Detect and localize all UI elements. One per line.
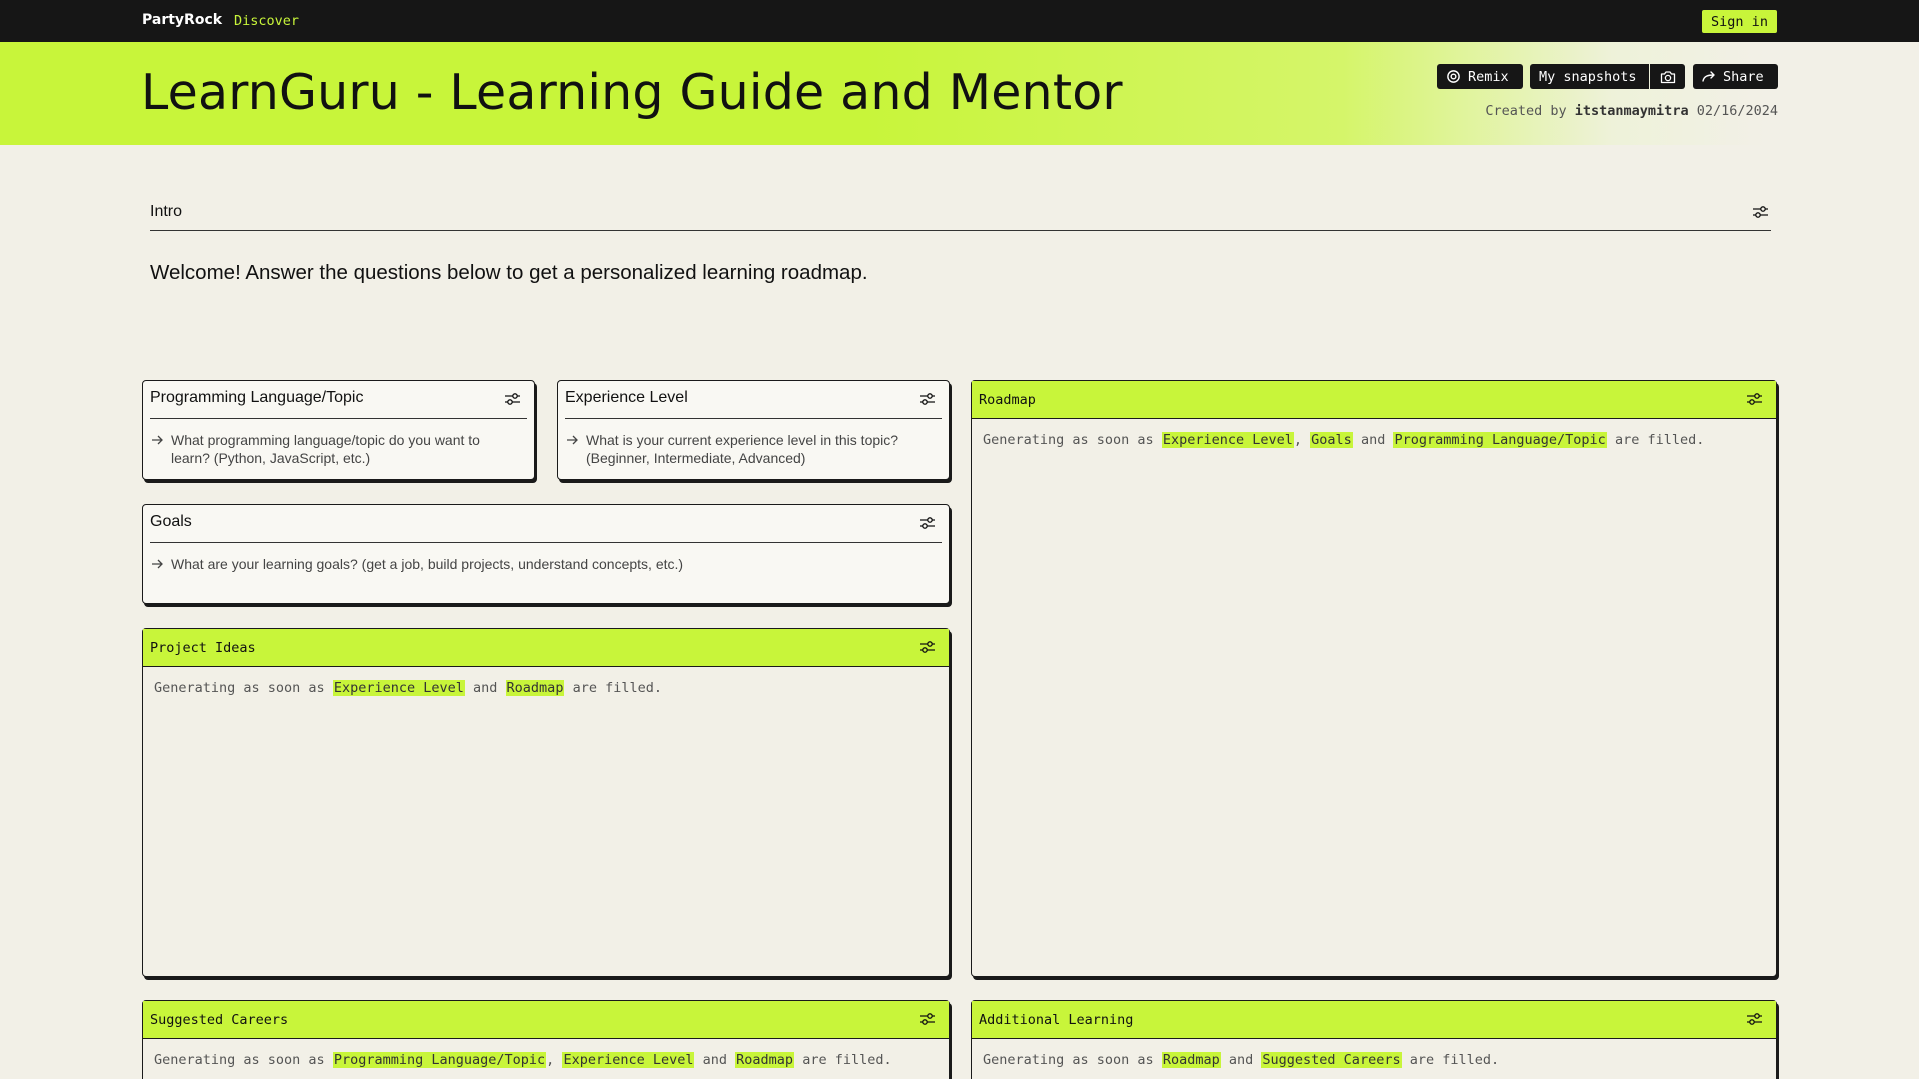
- language-prompt-text: What programming language/topic do you w…: [171, 432, 480, 466]
- additional-learning-settings-icon[interactable]: [1746, 1011, 1763, 1032]
- project-ideas-card-header: Project Ideas: [143, 629, 949, 667]
- experience-prompt-text: What is your current experience level in…: [586, 432, 899, 466]
- remix-icon: [1447, 70, 1460, 83]
- status-and: and: [1228, 1052, 1254, 1068]
- suggested-careers-output-card: Suggested Careers Generating as soon as …: [142, 1000, 950, 1079]
- dependency-chip: Experience Level: [1161, 432, 1294, 448]
- partyrock-logo[interactable]: PartyRock: [142, 12, 222, 28]
- suggested-careers-status: Generating as soon as Programming Langua…: [154, 1052, 939, 1068]
- status-separator: ,: [1293, 432, 1303, 448]
- additional-learning-output-card: Additional Learning Generating as soon a…: [971, 1000, 1777, 1079]
- sign-in-button[interactable]: Sign in: [1702, 10, 1777, 33]
- goals-settings-icon[interactable]: [919, 515, 936, 536]
- arrow-right-icon: [152, 435, 163, 445]
- dependency-chip: Experience Level: [562, 1052, 695, 1068]
- share-label: Share: [1723, 68, 1764, 85]
- arrow-right-icon: [567, 435, 578, 445]
- language-prompt[interactable]: What programming language/topic do you w…: [151, 431, 514, 467]
- roadmap-card-header: Roadmap: [972, 381, 1776, 419]
- camera-icon: [1660, 70, 1675, 83]
- share-button[interactable]: Share: [1693, 64, 1778, 89]
- app-header: LearnGuru - Learning Guide and Mentor Re…: [0, 42, 1919, 145]
- intro-label: Intro: [150, 203, 183, 220]
- status-and: and: [1360, 432, 1386, 448]
- suggested-careers-settings-icon[interactable]: [919, 1011, 936, 1032]
- created-prefix: Created by: [1485, 103, 1567, 119]
- project-ideas-output-card: Project Ideas Generating as soon as Expe…: [142, 628, 950, 977]
- status-and: and: [473, 680, 498, 696]
- dependency-chip: Goals: [1310, 432, 1353, 448]
- additional-learning-card-title: Additional Learning: [979, 1012, 1134, 1028]
- dependency-chip: Roadmap: [505, 680, 565, 696]
- intro-settings-icon[interactable]: [1752, 204, 1769, 225]
- status-suffix: are filled.: [1409, 1052, 1500, 1068]
- created-by-line: Created by itstanmaymitra 02/16/2024: [1475, 103, 1778, 119]
- dependency-chip: Suggested Careers: [1261, 1052, 1402, 1068]
- remix-label: Remix: [1468, 68, 1509, 85]
- status-and: and: [702, 1052, 728, 1068]
- my-snapshots-button[interactable]: My snapshots: [1530, 64, 1649, 89]
- language-settings-icon[interactable]: [504, 391, 521, 412]
- status-prefix: Generating as soon as: [154, 1052, 325, 1068]
- additional-learning-card-header: Additional Learning: [972, 1001, 1776, 1039]
- goals-prompt[interactable]: What are your learning goals? (get a job…: [151, 555, 929, 573]
- take-snapshot-button[interactable]: [1650, 64, 1685, 89]
- top-nav-bar: PartyRock Discover Sign in: [0, 0, 1919, 42]
- project-ideas-settings-icon[interactable]: [919, 639, 936, 660]
- dependency-chip: Roadmap: [735, 1052, 795, 1068]
- status-suffix: are filled.: [1614, 432, 1705, 448]
- roadmap-settings-icon[interactable]: [1746, 391, 1763, 412]
- goals-card-title: Goals: [150, 513, 192, 530]
- status-prefix: Generating as soon as: [154, 680, 325, 696]
- card-divider: [565, 418, 942, 419]
- card-divider: [150, 418, 527, 419]
- status-suffix: are filled.: [572, 680, 662, 696]
- dependency-chip: Programming Language/Topic: [332, 1052, 547, 1068]
- remix-button[interactable]: Remix: [1437, 64, 1523, 89]
- share-arrow-icon: [1702, 70, 1715, 82]
- dependency-chip: Roadmap: [1161, 1052, 1221, 1068]
- suggested-careers-card-title: Suggested Careers: [150, 1012, 289, 1028]
- project-ideas-status: Generating as soon as Experience Level a…: [154, 680, 939, 696]
- card-divider: [150, 542, 942, 543]
- status-prefix: Generating as soon as: [983, 432, 1154, 448]
- project-ideas-card-title: Project Ideas: [150, 640, 256, 656]
- dependency-chip: Experience Level: [332, 680, 465, 696]
- roadmap-status: Generating as soon as Experience Level, …: [983, 432, 1766, 448]
- experience-input-card[interactable]: Experience Level What is your current ex…: [557, 380, 950, 480]
- language-input-card[interactable]: Programming Language/Topic What programm…: [142, 380, 535, 480]
- dependency-chip: Programming Language/Topic: [1393, 432, 1607, 448]
- intro-widget-header: Intro: [150, 196, 1771, 231]
- page-title: LearnGuru - Learning Guide and Mentor: [141, 64, 1123, 121]
- additional-learning-status: Generating as soon as Roadmap and Sugges…: [983, 1052, 1766, 1068]
- status-separator: ,: [546, 1052, 555, 1068]
- arrow-right-icon: [152, 559, 163, 569]
- language-card-title: Programming Language/Topic: [150, 389, 364, 406]
- suggested-careers-card-header: Suggested Careers: [143, 1001, 949, 1039]
- status-suffix: are filled.: [802, 1052, 892, 1068]
- author-name[interactable]: itstanmaymitra: [1575, 103, 1689, 119]
- goals-input-card[interactable]: Goals What are your learning goals? (get…: [142, 504, 950, 604]
- roadmap-output-card: Roadmap Generating as soon as Experience…: [971, 380, 1777, 977]
- created-date: 02/16/2024: [1696, 103, 1778, 119]
- experience-settings-icon[interactable]: [919, 391, 936, 412]
- roadmap-card-title: Roadmap: [979, 392, 1036, 408]
- experience-prompt[interactable]: What is your current experience level in…: [566, 431, 929, 467]
- intro-text: Welcome! Answer the questions below to g…: [150, 261, 868, 284]
- status-prefix: Generating as soon as: [983, 1052, 1154, 1068]
- my-snapshots-label: My snapshots: [1539, 68, 1637, 85]
- discover-link[interactable]: Discover: [234, 13, 299, 29]
- experience-card-title: Experience Level: [565, 389, 688, 406]
- goals-prompt-text: What are your learning goals? (get a job…: [171, 556, 684, 572]
